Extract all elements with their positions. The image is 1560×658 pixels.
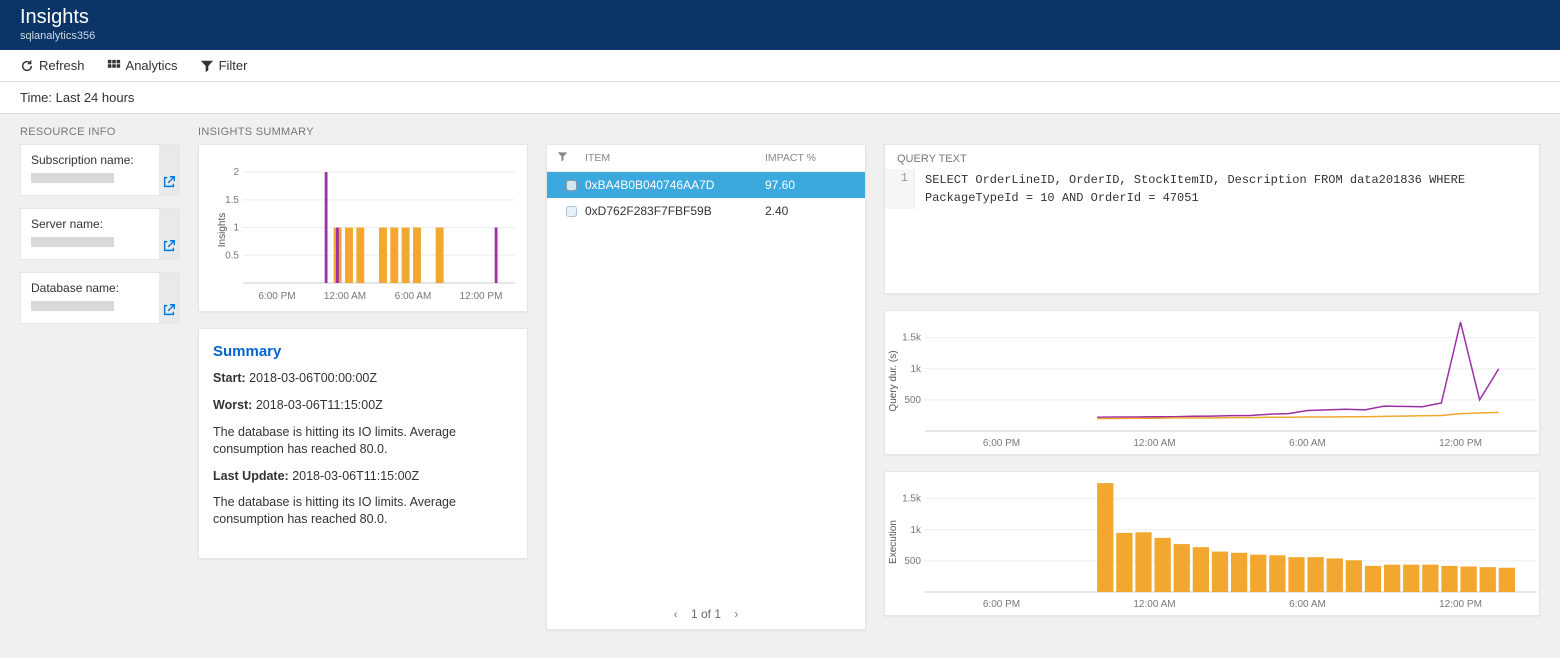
insights-summary-title: INSIGHTS SUMMARY (198, 126, 528, 138)
resource-card: Subscription name: (20, 144, 180, 196)
query-gutter: 1 (885, 169, 915, 209)
resource-open-button[interactable] (159, 209, 179, 259)
item-header[interactable]: ITEM (585, 152, 765, 164)
table-row[interactable]: 0xD762F283F7FBF59B2.40 (547, 198, 865, 224)
svg-text:1.5k: 1.5k (902, 494, 922, 505)
summary-heading: Summary (213, 343, 513, 360)
svg-text:500: 500 (904, 556, 921, 567)
summary-worst: Worst: 2018-03-06T11:15:00Z (213, 397, 513, 414)
row-indicator-icon (566, 180, 577, 191)
svg-text:500: 500 (904, 395, 921, 406)
resource-value-placeholder (31, 237, 114, 247)
resource-label: Server name: (31, 217, 149, 231)
query-text-card: QUERY TEXT 1 SELECT OrderLineID, OrderID… (884, 144, 1540, 294)
svg-text:2: 2 (233, 167, 239, 178)
svg-text:Execution: Execution (888, 520, 899, 564)
resource-open-button[interactable] (159, 145, 179, 195)
item-table-body: 0xBA4B0B040746AA7D97.600xD762F283F7FBF59… (547, 172, 865, 599)
svg-text:6:00 PM: 6:00 PM (258, 291, 295, 302)
svg-text:6:00 PM: 6:00 PM (983, 438, 1020, 449)
svg-text:6:00 PM: 6:00 PM (983, 599, 1020, 610)
impact-header[interactable]: IMPACT % (765, 152, 855, 164)
time-filter[interactable]: Time: Last 24 hours (0, 82, 1560, 114)
svg-text:12:00 AM: 12:00 AM (1133, 599, 1175, 610)
item-table-column: ITEM IMPACT % 0xBA4B0B040746AA7D97.600xD… (546, 126, 866, 646)
filter-button[interactable]: Filter (200, 58, 248, 73)
item-table-card: ITEM IMPACT % 0xBA4B0B040746AA7D97.600xD… (546, 144, 866, 630)
svg-text:1.5k: 1.5k (902, 333, 922, 344)
svg-text:1k: 1k (910, 364, 922, 375)
query-text-title: QUERY TEXT (885, 145, 1539, 169)
svg-text:1: 1 (233, 223, 239, 234)
filter-column-icon[interactable] (557, 151, 585, 165)
summary-update: Last Update: 2018-03-06T11:15:00Z (213, 468, 513, 485)
resource-open-button[interactable] (159, 273, 179, 323)
svg-text:6:00 AM: 6:00 AM (1289, 438, 1326, 449)
refresh-icon (20, 59, 34, 73)
query-detail-column: QUERY TEXT 1 SELECT OrderLineID, OrderID… (884, 126, 1540, 632)
insights-bar-chart: 0.5 1 1.5 2 6:00 PM 12:00 AM 6:00 AM 12:00 PM In… (198, 144, 528, 312)
item-table-spacer (546, 126, 866, 138)
svg-text:1k: 1k (910, 525, 922, 536)
resource-value-placeholder (31, 301, 114, 311)
executions-chart: 500 1k 1.5k 6:00 PM 12:00 AM 6:00 AM 12:00 PM E… (884, 471, 1540, 616)
open-external-icon (162, 239, 176, 253)
svg-text:12:00 PM: 12:00 PM (1439, 599, 1482, 610)
analytics-button[interactable]: Analytics (107, 58, 178, 73)
resource-info-title: RESOURCE INFO (20, 126, 180, 138)
item-cell: 0xBA4B0B040746AA7D (585, 178, 765, 192)
pager-prev[interactable]: ‹ (664, 607, 688, 621)
insights-chart-svg: 0.5 1 1.5 2 6:00 PM 12:00 AM 6:00 AM 12:00 PM In… (215, 155, 521, 305)
summary-desc2: The database is hitting its IO limits. A… (213, 494, 513, 528)
svg-text:0.5: 0.5 (225, 250, 239, 261)
svg-text:Insights: Insights (217, 213, 228, 247)
query-text[interactable]: SELECT OrderLineID, OrderID, StockItemID… (915, 169, 1539, 209)
query-spacer (884, 126, 1540, 138)
summary-desc1: The database is hitting its IO limits. A… (213, 424, 513, 458)
resource-label: Subscription name: (31, 153, 149, 167)
svg-text:12:00 AM: 12:00 AM (324, 291, 366, 302)
analytics-icon (107, 59, 121, 73)
refresh-label: Refresh (39, 58, 85, 73)
svg-text:12:00 AM: 12:00 AM (1133, 438, 1175, 449)
pager-text: 1 of 1 (691, 607, 721, 621)
filter-label: Filter (219, 58, 248, 73)
svg-text:1.5: 1.5 (225, 195, 239, 206)
resource-card: Server name: (20, 208, 180, 260)
item-table-header: ITEM IMPACT % (547, 145, 865, 172)
svg-text:12:00 PM: 12:00 PM (1439, 438, 1482, 449)
pager: ‹ 1 of 1 › (547, 599, 865, 629)
svg-text:Query dur. (s): Query dur. (s) (888, 350, 899, 411)
pager-next[interactable]: › (724, 607, 748, 621)
summary-card: Summary Start: 2018-03-06T00:00:00Z Wors… (198, 328, 528, 559)
resource-card: Database name: (20, 272, 180, 324)
resource-value-placeholder (31, 173, 114, 183)
execution-chart-svg: 500 1k 1.5k 6:00 PM 12:00 AM 6:00 AM 12:00 PM E… (885, 472, 1545, 612)
open-external-icon (162, 175, 176, 189)
resource-info-column: RESOURCE INFO Subscription name: Server n… (20, 126, 180, 336)
filter-icon (200, 59, 214, 73)
resource-label: Database name: (31, 281, 149, 295)
svg-text:6:00 AM: 6:00 AM (395, 291, 432, 302)
svg-text:6:00 AM: 6:00 AM (1289, 599, 1326, 610)
table-row[interactable]: 0xBA4B0B040746AA7D97.60 (547, 172, 865, 198)
refresh-button[interactable]: Refresh (20, 58, 85, 73)
svg-text:12:00 PM: 12:00 PM (460, 291, 503, 302)
impact-cell: 2.40 (765, 204, 855, 218)
open-external-icon (162, 303, 176, 317)
insights-summary-column: INSIGHTS SUMMARY 0.5 1 1.5 2 6:00 PM 12:00 AM… (198, 126, 528, 575)
page-title: Insights (20, 6, 1540, 29)
query-duration-chart: 500 1k 1.5k 6:00 PM 12:00 AM 6:00 AM 12:00 PM Q… (884, 310, 1540, 455)
duration-chart-svg: 500 1k 1.5k 6:00 PM 12:00 AM 6:00 AM 12:00 PM Q… (885, 311, 1545, 451)
item-cell: 0xD762F283F7FBF59B (585, 204, 765, 218)
analytics-label: Analytics (126, 58, 178, 73)
impact-cell: 97.60 (765, 178, 855, 192)
summary-start: Start: 2018-03-06T00:00:00Z (213, 370, 513, 387)
page-header: Insights sqlanalytics356 (0, 0, 1560, 50)
content-area: RESOURCE INFO Subscription name: Server n… (0, 114, 1560, 658)
query-body: 1 SELECT OrderLineID, OrderID, StockItem… (885, 169, 1539, 209)
row-indicator-icon (566, 206, 577, 217)
page-subtitle: sqlanalytics356 (20, 30, 1540, 42)
toolbar: Refresh Analytics Filter (0, 50, 1560, 82)
